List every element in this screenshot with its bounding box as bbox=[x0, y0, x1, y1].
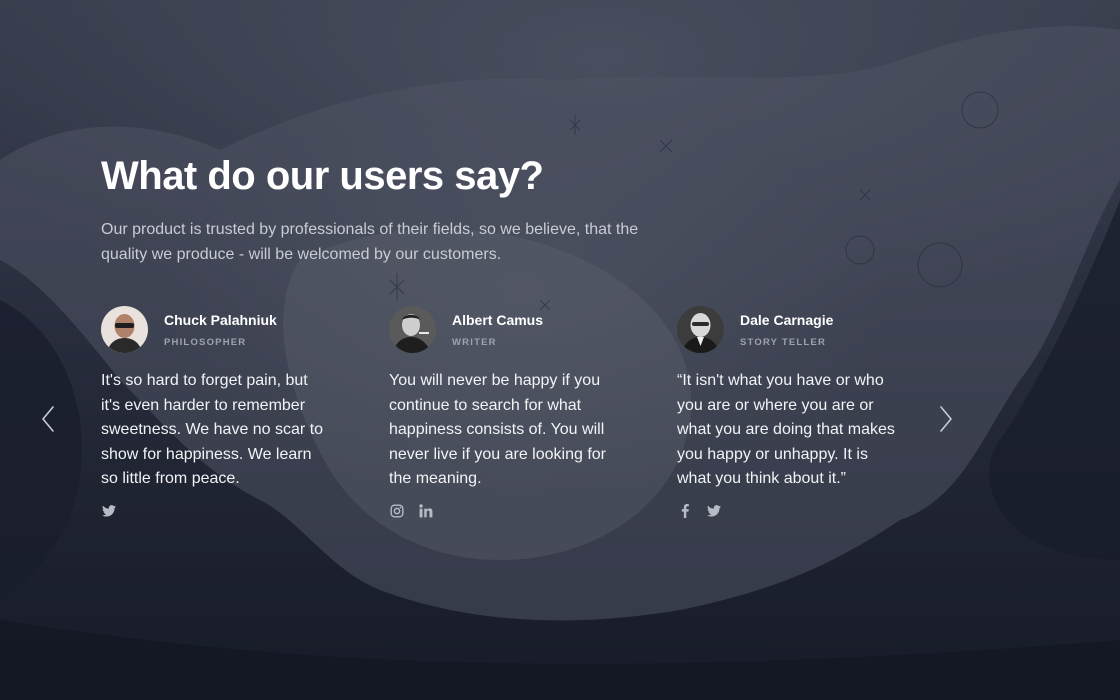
chevron-left-icon bbox=[42, 406, 54, 432]
social-links bbox=[101, 504, 331, 519]
testimonial-quote: “It isn't what you have or who you are o… bbox=[677, 372, 895, 487]
author-name: Chuck Palahniuk bbox=[164, 312, 277, 328]
chevron-right-icon bbox=[940, 406, 952, 432]
next-arrow-button[interactable] bbox=[936, 404, 956, 434]
avatar bbox=[677, 306, 724, 353]
testimonial-card: Albert Camus WRITER You will never be ha… bbox=[389, 306, 619, 519]
author-role: WRITER bbox=[452, 337, 497, 348]
section-title: What do our users say? bbox=[101, 154, 544, 198]
instagram-icon[interactable] bbox=[389, 504, 404, 519]
testimonial-author: Dale Carnagie STORY TELLER bbox=[677, 306, 907, 356]
previous-arrow-button[interactable] bbox=[38, 404, 58, 434]
author-name: Dale Carnagie bbox=[740, 312, 834, 328]
avatar bbox=[101, 306, 148, 353]
section-subtitle: Our product is trusted by professionals … bbox=[101, 221, 639, 263]
avatar bbox=[389, 306, 436, 353]
testimonial-author: Albert Camus WRITER bbox=[389, 306, 619, 356]
twitter-icon[interactable] bbox=[706, 504, 721, 519]
linkedin-icon[interactable] bbox=[418, 504, 433, 519]
testimonial-quote: You will never be happy if you continue … bbox=[389, 372, 606, 487]
author-role: PHILOSOPHER bbox=[164, 337, 247, 348]
testimonial-card: Chuck Palahniuk PHILOSOPHER It's so hard… bbox=[101, 306, 331, 519]
twitter-icon[interactable] bbox=[101, 504, 116, 519]
author-name: Albert Camus bbox=[452, 312, 544, 328]
facebook-icon[interactable] bbox=[677, 504, 692, 519]
testimonial-author: Chuck Palahniuk PHILOSOPHER bbox=[101, 306, 331, 356]
testimonial-card: Dale Carnagie STORY TELLER “It isn't wha… bbox=[677, 306, 907, 519]
author-role: STORY TELLER bbox=[740, 337, 827, 348]
social-links bbox=[677, 504, 907, 519]
social-links bbox=[389, 504, 619, 519]
testimonial-quote: It's so hard to forget pain, but it's ev… bbox=[101, 372, 324, 487]
